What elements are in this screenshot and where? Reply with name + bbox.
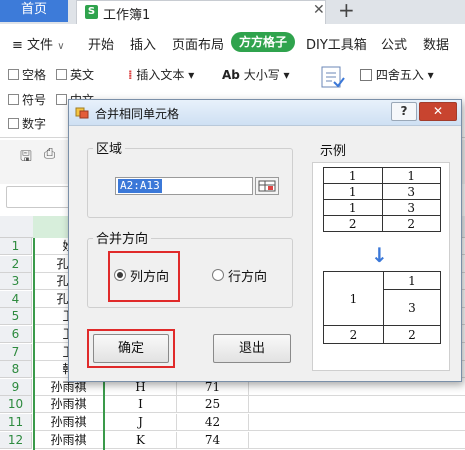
range-input[interactable]: A2:A13 bbox=[115, 177, 253, 195]
range-picker-icon bbox=[258, 180, 276, 192]
example-cell: 1 bbox=[381, 167, 441, 184]
add-tab-icon[interactable]: + bbox=[338, 0, 355, 22]
region-label: 区域 bbox=[93, 138, 126, 157]
numeric-icon[interactable] bbox=[320, 64, 348, 92]
dialog-title-bar: 合并相同单元格 ? ✕ bbox=[69, 100, 461, 126]
example-table-after: 11 3 22 bbox=[323, 271, 441, 344]
row-header[interactable]: 10 bbox=[0, 396, 32, 413]
cell-empty[interactable] bbox=[249, 414, 465, 431]
checkbox-english-label: 英文 bbox=[70, 68, 95, 82]
cell-c[interactable]: 74 bbox=[177, 432, 249, 449]
checkbox-symbol-label: 符号 bbox=[22, 93, 47, 107]
menu-diy[interactable]: DIY工具箱 bbox=[306, 34, 367, 53]
example-label: 示例 bbox=[320, 144, 347, 159]
example-cell: 1 bbox=[383, 271, 441, 290]
merge-cells-icon bbox=[75, 106, 89, 119]
example-panel: 11131322 ↓ 11 3 22 bbox=[312, 162, 450, 371]
highlight-column-option bbox=[108, 251, 180, 302]
cell-c[interactable]: 25 bbox=[177, 396, 249, 413]
save-icon[interactable]: 🖫 bbox=[20, 146, 32, 170]
menu-file-label: 文件 bbox=[27, 38, 54, 53]
help-button[interactable]: ? bbox=[391, 102, 417, 121]
menu-formula[interactable]: 公式 bbox=[381, 34, 407, 53]
cell-empty[interactable] bbox=[249, 432, 465, 449]
example-cell: 3 bbox=[381, 183, 441, 200]
row-header[interactable]: 5 bbox=[0, 308, 32, 325]
round-label: 四舍五入 bbox=[375, 68, 424, 82]
workbook-title: 工作簿1 bbox=[103, 8, 151, 23]
checkbox-symbol[interactable]: 符号 bbox=[8, 91, 46, 108]
row-direction-radio[interactable] bbox=[212, 269, 224, 281]
chevron-down-icon: ∨ bbox=[57, 41, 65, 52]
spreadsheet-icon: S bbox=[85, 5, 98, 19]
checkbox-icon bbox=[8, 118, 19, 129]
round-button[interactable]: 四舍五入 ▾ bbox=[360, 66, 434, 83]
row-header[interactable]: 1 bbox=[0, 238, 32, 255]
direction-label: 合并方向 bbox=[93, 228, 152, 247]
print-icon[interactable]: ⎙ bbox=[44, 146, 55, 162]
close-tab-icon[interactable]: ✕ bbox=[313, 2, 325, 18]
row-header[interactable]: 6 bbox=[0, 326, 32, 343]
checkbox-space-label: 空格 bbox=[22, 68, 47, 82]
hamburger-icon: ≡ bbox=[12, 38, 23, 53]
row-header[interactable]: 2 bbox=[0, 256, 32, 273]
example-cell: 2 bbox=[323, 325, 384, 344]
checkbox-english[interactable]: 英文 bbox=[56, 66, 94, 83]
menu-page-layout[interactable]: 页面布局 bbox=[172, 34, 224, 53]
round-icon bbox=[360, 69, 372, 81]
highlight-ok-button bbox=[87, 329, 175, 368]
close-button[interactable]: ✕ bbox=[419, 102, 457, 121]
cell-b[interactable]: J bbox=[105, 414, 177, 431]
cell-b[interactable]: K bbox=[105, 432, 177, 449]
example-cell: 2 bbox=[383, 325, 441, 344]
menu-ffgz[interactable]: 方方格子 bbox=[231, 32, 295, 52]
checkbox-icon bbox=[56, 69, 67, 80]
cell-c[interactable]: 42 bbox=[177, 414, 249, 431]
insert-text-icon: ⁞ bbox=[128, 68, 133, 82]
dialog-title: 合并相同单元格 bbox=[95, 107, 180, 121]
row-header[interactable]: 3 bbox=[0, 273, 32, 290]
example-table-before: 11131322 bbox=[323, 167, 441, 232]
example-cell: 3 bbox=[381, 199, 441, 216]
checkbox-number[interactable]: 数字 bbox=[8, 115, 46, 132]
menu-start[interactable]: 开始 bbox=[88, 34, 114, 53]
checkbox-icon bbox=[8, 94, 19, 105]
checkbox-icon bbox=[8, 69, 19, 80]
row-header[interactable]: 4 bbox=[0, 291, 32, 308]
case-label: 大小写 bbox=[243, 68, 280, 82]
example-cell: 3 bbox=[383, 289, 441, 326]
menu-file[interactable]: ≡ 文件 ∨ bbox=[12, 34, 65, 53]
menu-insert[interactable]: 插入 bbox=[130, 34, 156, 53]
tab-workbook[interactable]: S 工作簿1 ✕ bbox=[76, 0, 326, 24]
arrow-down-icon: ↓ bbox=[371, 243, 388, 267]
cell-empty[interactable] bbox=[249, 396, 465, 413]
example-cell: 1 bbox=[323, 167, 383, 184]
case-icon: Ab bbox=[222, 68, 240, 82]
cell-b[interactable]: I bbox=[105, 396, 177, 413]
row-header[interactable]: 9 bbox=[0, 379, 32, 396]
case-button[interactable]: Ab 大小写 ▾ bbox=[222, 66, 290, 83]
merge-cells-dialog: 合并相同单元格 ? ✕ 区域 A2:A13 合并方向 列方向 行方向 确定 退出… bbox=[68, 99, 462, 382]
example-cell: 1 bbox=[323, 183, 383, 200]
menu-data[interactable]: 数据 bbox=[423, 34, 449, 53]
example-cell: 2 bbox=[323, 215, 383, 232]
insert-text-label: 插入文本 bbox=[136, 68, 185, 82]
row-direction-label: 行方向 bbox=[228, 270, 268, 285]
checkbox-space[interactable]: 空格 bbox=[8, 66, 46, 83]
range-input-value: A2:A13 bbox=[118, 179, 162, 193]
exit-button[interactable]: 退出 bbox=[213, 334, 291, 363]
row-header[interactable]: 8 bbox=[0, 361, 32, 378]
row-header[interactable]: 12 bbox=[0, 432, 32, 449]
range-select-button[interactable] bbox=[255, 177, 279, 195]
insert-text-button[interactable]: ⁞ 插入文本 ▾ bbox=[128, 66, 194, 83]
example-merged-cell: 1 bbox=[323, 271, 384, 326]
name-box[interactable] bbox=[6, 186, 76, 208]
checkbox-number-label: 数字 bbox=[22, 117, 47, 131]
tab-home[interactable]: 首页 bbox=[0, 0, 68, 22]
example-cell: 2 bbox=[381, 215, 441, 232]
row-header[interactable]: 11 bbox=[0, 414, 32, 431]
row-header[interactable]: 7 bbox=[0, 344, 32, 361]
example-cell: 1 bbox=[323, 199, 383, 216]
checkbox-icon bbox=[56, 94, 67, 105]
